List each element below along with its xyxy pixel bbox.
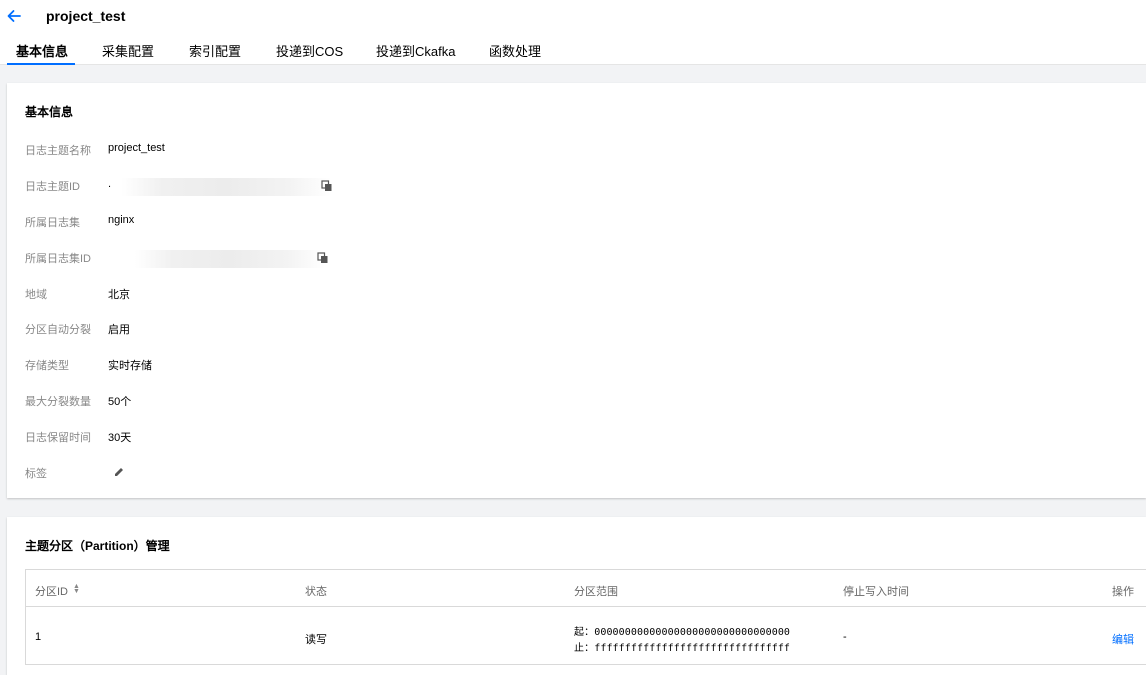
info-value: 启用 bbox=[108, 324, 130, 336]
partition-table: 分区ID ▲ ▼ 状态 分区范围 停止写入时间 操作 1 读写 起：00000000… bbox=[25, 569, 1146, 665]
info-row-topic-name: 日志主题名称 project_test bbox=[25, 142, 625, 160]
info-label: 存储类型 bbox=[25, 360, 69, 372]
info-value: 50个 bbox=[108, 396, 132, 408]
info-label: 最大分裂数量 bbox=[25, 396, 91, 408]
info-row-storage-type: 存储类型 实时存储 bbox=[25, 357, 625, 375]
info-label: 地域 bbox=[25, 289, 47, 301]
edit-link[interactable]: 编辑 bbox=[1112, 631, 1134, 647]
column-header-partition-id: 分区ID ▲ ▼ bbox=[35, 583, 80, 599]
info-row-logset-id: 所属日志集ID bbox=[25, 250, 625, 268]
tab-ship-to-cos[interactable]: 投递到COS bbox=[276, 41, 343, 60]
info-label: 日志主题ID bbox=[25, 181, 80, 193]
arrow-left-icon bbox=[7, 10, 21, 22]
info-row-region: 地域 北京 bbox=[25, 286, 625, 304]
copy-icon[interactable] bbox=[321, 180, 333, 192]
info-value: project_test bbox=[108, 142, 165, 154]
masked-value bbox=[121, 178, 331, 196]
info-value: nginx bbox=[108, 214, 135, 226]
basic-info-card: 基本信息 日志主题名称 project_test 日志主题ID . 所属日志集 … bbox=[7, 83, 1146, 498]
back-button[interactable] bbox=[6, 5, 24, 27]
column-header-status: 状态 bbox=[305, 586, 327, 598]
column-header-range: 分区范围 bbox=[574, 586, 618, 598]
copy-icon[interactable] bbox=[317, 252, 329, 264]
info-label: 标签 bbox=[25, 468, 47, 480]
active-tab-indicator bbox=[7, 63, 75, 65]
info-label: 日志保留时间 bbox=[25, 432, 91, 444]
cell-partition-id: 1 bbox=[35, 631, 42, 643]
masked-value bbox=[135, 250, 325, 268]
tab-basic-info[interactable]: 基本信息 bbox=[16, 41, 68, 60]
partition-card: 主题分区（Partition）管理 分区ID ▲ ▼ 状态 分区范围 停止写入时间 … bbox=[7, 517, 1146, 675]
info-row-topic-id: 日志主题ID . bbox=[25, 178, 625, 196]
info-label: 日志主题名称 bbox=[25, 145, 91, 157]
cell-status: 读写 bbox=[305, 634, 327, 646]
info-value: . bbox=[108, 178, 112, 190]
info-label: 所属日志集 bbox=[25, 217, 80, 229]
page-title: project_test bbox=[46, 8, 126, 24]
table-header: 分区ID ▲ ▼ 状态 分区范围 停止写入时间 操作 bbox=[26, 570, 1146, 607]
info-label: 分区自动分裂 bbox=[25, 324, 91, 336]
info-row-logset: 所属日志集 nginx bbox=[25, 214, 625, 232]
partition-title: 主题分区（Partition）管理 bbox=[25, 539, 170, 553]
basic-info-title: 基本信息 bbox=[25, 105, 74, 119]
cell-range-end: 止：ffffffffffffffffffffffffffffffff bbox=[574, 643, 791, 654]
info-row-auto-split: 分区自动分裂 启用 bbox=[25, 321, 625, 339]
info-label: 所属日志集ID bbox=[25, 253, 91, 265]
pencil-icon[interactable] bbox=[113, 466, 125, 478]
cell-range-start: 起：00000000000000000000000000000000 bbox=[574, 627, 791, 638]
tab-function-processing[interactable]: 函数处理 bbox=[489, 41, 541, 60]
sort-icon[interactable]: ▲ ▼ bbox=[73, 583, 80, 595]
info-row-tags: 标签 bbox=[25, 465, 625, 483]
info-value: 实时存储 bbox=[108, 360, 152, 372]
column-header-stop-time: 停止写入时间 bbox=[843, 586, 909, 598]
column-header-label: 分区ID bbox=[35, 586, 68, 598]
info-value: 30天 bbox=[108, 432, 132, 444]
tab-collection-config[interactable]: 采集配置 bbox=[102, 41, 154, 60]
tab-index-config[interactable]: 索引配置 bbox=[189, 41, 241, 60]
info-row-max-split: 最大分裂数量 50个 bbox=[25, 393, 625, 411]
column-header-action: 操作 bbox=[1112, 586, 1134, 598]
cell-stop-time: - bbox=[843, 631, 847, 643]
info-value: 北京 bbox=[108, 289, 130, 301]
top-bar: project_test 基本信息 采集配置 索引配置 投递到COS 投递到Ck… bbox=[0, 0, 1146, 65]
info-row-retention: 日志保留时间 30天 bbox=[25, 429, 625, 447]
tab-ship-to-ckafka[interactable]: 投递到Ckafka bbox=[376, 41, 455, 60]
